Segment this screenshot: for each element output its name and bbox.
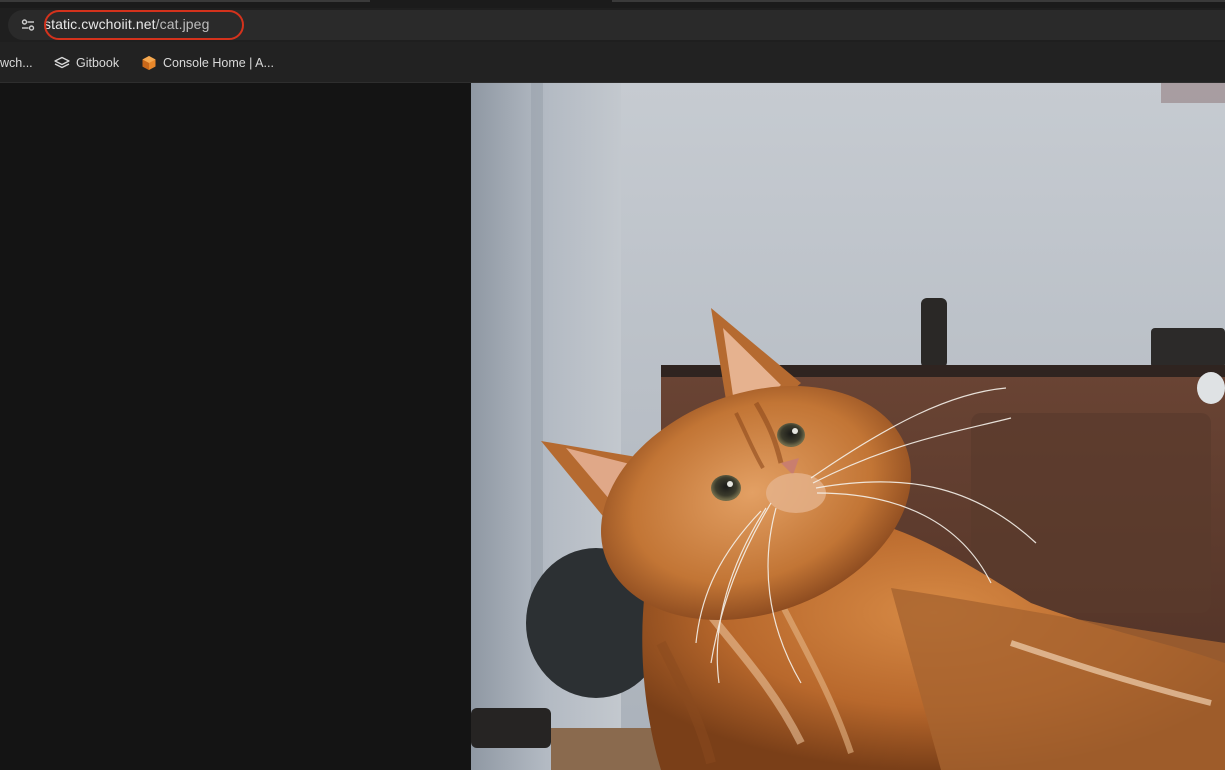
image-viewer [0, 83, 1225, 770]
bookmark-item-console-home[interactable]: Console Home | A... [141, 55, 274, 71]
bookmark-label: wch... [0, 56, 33, 70]
site-info-button[interactable] [18, 15, 38, 35]
address-bar[interactable]: static.cwchoiit.net/cat.jpeg [8, 10, 1225, 40]
aws-cube-icon [142, 56, 156, 70]
url-host: static.cwchoiit.net [44, 16, 156, 32]
bookmarks-bar: wch... Gitbook Console Home | A... [0, 42, 1225, 83]
bookmark-item-1[interactable]: wch... [0, 55, 33, 71]
tab-edge-left [0, 0, 370, 2]
tune-icon [21, 19, 35, 31]
browser-toolbar: static.cwchoiit.net/cat.jpeg [0, 8, 1225, 42]
bookmark-label: Gitbook [76, 56, 120, 70]
tab-strip [0, 0, 1225, 8]
url-text[interactable]: static.cwchoiit.net/cat.jpeg [44, 16, 209, 32]
cat-photo-illustration [471, 83, 1225, 770]
tab-edge-right [612, 0, 1225, 2]
gitbook-icon [54, 56, 70, 69]
bookmark-label: Console Home | A... [163, 56, 274, 70]
cat-photo[interactable] [471, 83, 1225, 770]
bookmark-item-gitbook[interactable]: Gitbook [54, 55, 119, 71]
url-path: /cat.jpeg [155, 16, 210, 32]
